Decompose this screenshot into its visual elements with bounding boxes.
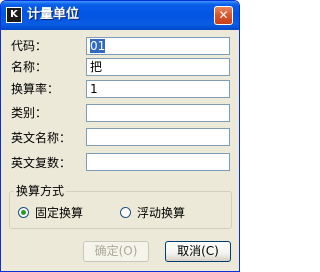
code-value: 01: [90, 39, 106, 53]
name-field[interactable]: 把: [86, 58, 230, 76]
close-icon: ✕: [218, 8, 229, 22]
radio-floating-conversion[interactable]: 浮动换算: [120, 206, 185, 220]
code-label: 代码：: [11, 39, 48, 53]
radio-fixed-conversion[interactable]: 固定换算: [18, 206, 83, 220]
name-label: 名称：: [11, 60, 48, 74]
window-title: 计量单位: [27, 7, 80, 22]
rate-label: 换算率：: [11, 82, 60, 96]
title-bar[interactable]: K 计量单位 ✕: [1, 1, 239, 30]
ok-button[interactable]: 确定(O): [83, 241, 149, 262]
cancel-button[interactable]: 取消(C): [165, 241, 231, 262]
radio-fixed-label: 固定换算: [35, 206, 84, 220]
en-plural-label: 英文复数：: [11, 156, 72, 170]
en-name-field[interactable]: [86, 128, 230, 146]
rate-field[interactable]: 1: [86, 80, 230, 98]
app-icon: K: [6, 7, 22, 23]
radio-floating-label: 浮动换算: [137, 206, 186, 220]
dialog-window: K 计量单位 ✕ 代码： 01 名称： 把 换算率： 1 类别： 英文名称： 英…: [0, 0, 240, 272]
radio-selected-icon: [18, 207, 29, 218]
conversion-group: 换算方式 固定换算 浮动换算: [9, 184, 232, 229]
close-button[interactable]: ✕: [214, 6, 233, 25]
conversion-group-title: 换算方式: [14, 184, 67, 198]
radio-unselected-icon: [120, 207, 131, 218]
category-label: 类别：: [11, 106, 48, 120]
code-field[interactable]: 01: [86, 37, 230, 55]
en-plural-field[interactable]: [86, 153, 230, 171]
category-field[interactable]: [86, 104, 230, 122]
en-name-label: 英文名称：: [11, 131, 72, 145]
